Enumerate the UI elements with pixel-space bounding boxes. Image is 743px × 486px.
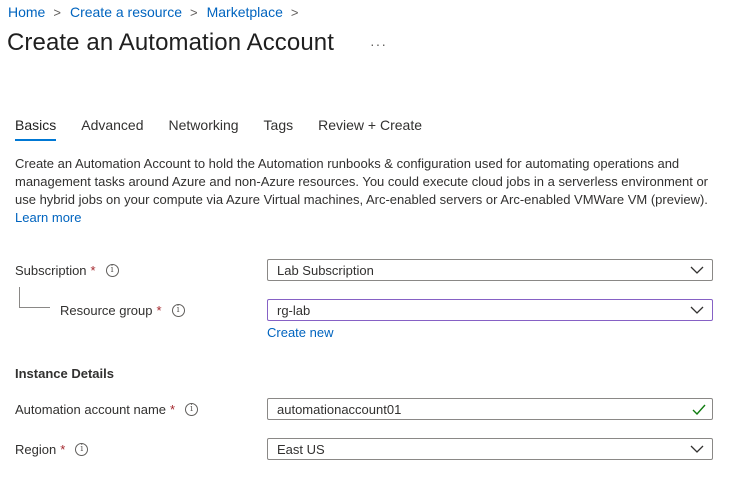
- required-marker: *: [156, 303, 162, 318]
- account-name-label: Automation account name: [15, 402, 167, 417]
- breadcrumb-separator: >: [53, 4, 61, 20]
- breadcrumb: Home > Create a resource > Marketplace >: [8, 3, 307, 21]
- info-icon[interactable]: i: [185, 403, 199, 416]
- create-new-resource-group-link[interactable]: Create new: [267, 325, 333, 340]
- tab-bar: Basics Advanced Networking Tags Review +…: [15, 117, 447, 141]
- required-marker: *: [90, 263, 96, 278]
- tab-advanced[interactable]: Advanced: [81, 117, 143, 141]
- region-value: East US: [277, 441, 325, 457]
- chevron-down-icon: [690, 444, 704, 454]
- account-name-label-row: Automation account name * i: [15, 402, 199, 417]
- breadcrumb-marketplace[interactable]: Marketplace: [207, 4, 283, 20]
- account-name-input[interactable]: automationaccount01: [267, 398, 713, 420]
- breadcrumb-separator: >: [190, 4, 198, 20]
- info-icon[interactable]: i: [171, 304, 185, 317]
- subscription-label: Subscription: [15, 263, 87, 278]
- region-label-row: Region * i: [15, 442, 89, 457]
- breadcrumb-home[interactable]: Home: [8, 4, 45, 20]
- resource-group-value: rg-lab: [277, 302, 311, 318]
- tab-tags[interactable]: Tags: [264, 117, 294, 141]
- more-options-icon[interactable]: ···: [370, 36, 387, 52]
- resource-group-label-row: Resource group * i: [60, 303, 185, 318]
- learn-more-link[interactable]: Learn more: [15, 210, 81, 225]
- instance-details-heading: Instance Details: [15, 366, 114, 381]
- info-icon[interactable]: i: [75, 443, 89, 456]
- tab-networking[interactable]: Networking: [169, 117, 239, 141]
- page-description: Create an Automation Account to hold the…: [15, 155, 720, 227]
- tree-connector: [19, 287, 50, 308]
- page-title: Create an Automation Account: [7, 29, 335, 56]
- tab-review-create[interactable]: Review + Create: [318, 117, 422, 141]
- breadcrumb-create-a-resource[interactable]: Create a resource: [70, 4, 182, 20]
- description-text: Create an Automation Account to hold the…: [15, 156, 709, 207]
- info-icon[interactable]: i: [105, 264, 119, 277]
- checkmark-icon: [692, 403, 706, 415]
- chevron-down-icon: [690, 305, 704, 315]
- resource-group-dropdown[interactable]: rg-lab: [267, 299, 713, 321]
- resource-group-label: Resource group: [60, 303, 153, 318]
- required-marker: *: [60, 442, 66, 457]
- region-dropdown[interactable]: East US: [267, 438, 713, 460]
- subscription-dropdown[interactable]: Lab Subscription: [267, 259, 713, 281]
- region-label: Region: [15, 442, 57, 457]
- chevron-down-icon: [690, 265, 704, 275]
- subscription-label-row: Subscription * i: [15, 263, 119, 278]
- subscription-value: Lab Subscription: [277, 262, 374, 278]
- account-name-value: automationaccount01: [277, 401, 402, 417]
- tab-basics[interactable]: Basics: [15, 117, 57, 141]
- breadcrumb-separator: >: [290, 4, 299, 20]
- required-marker: *: [170, 402, 176, 417]
